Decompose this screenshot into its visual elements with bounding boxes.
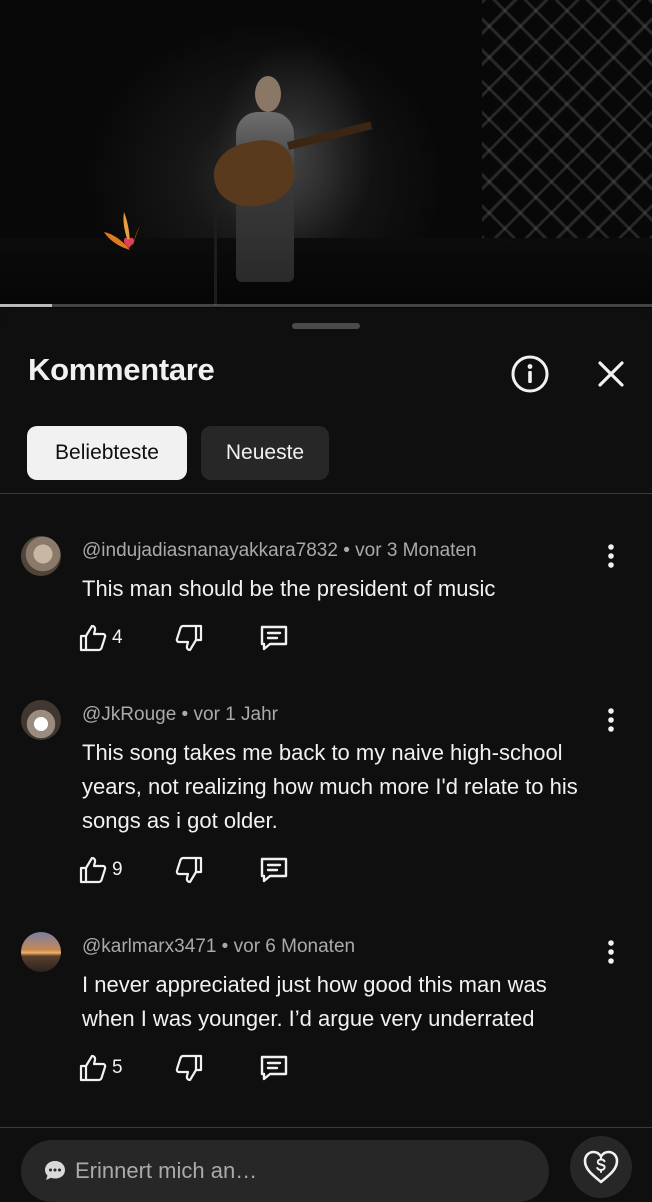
meta-separator: • (176, 704, 194, 725)
dislike-button[interactable] (174, 1048, 204, 1088)
comment-input[interactable]: Erinnert mich an… (21, 1140, 549, 1202)
thumb-down-icon (175, 624, 203, 652)
super-thanks-button[interactable] (570, 1136, 632, 1198)
reply-button[interactable] (258, 850, 290, 890)
comment-actions: 5 (78, 1048, 318, 1088)
more-vert-icon (608, 544, 614, 568)
reply-comment-icon (260, 857, 288, 883)
meta-separator: • (337, 540, 356, 561)
dislike-button[interactable] (174, 618, 204, 658)
comment-actions: 4 (78, 618, 318, 658)
meta-separator: • (216, 936, 234, 957)
comment-meta: @karlmarx3471 • vor 6 Monaten (82, 936, 355, 958)
comment-author[interactable]: @karlmarx3471 (82, 936, 216, 957)
like-count: 4 (112, 627, 123, 648)
dislike-button[interactable] (174, 850, 204, 890)
comment-more-button[interactable] (596, 700, 626, 740)
reply-comment-icon (260, 1055, 288, 1081)
thumb-down-icon (175, 856, 203, 884)
comment-more-button[interactable] (596, 536, 626, 576)
close-icon (598, 361, 624, 387)
like-count: 9 (112, 859, 123, 880)
like-button[interactable]: 4 (78, 618, 123, 658)
video-progress-fill (0, 304, 53, 307)
reply-button[interactable] (258, 618, 290, 658)
stage-truss (482, 0, 652, 270)
comment-time: vor 6 Monaten (233, 936, 356, 957)
like-button[interactable]: 5 (78, 1048, 123, 1088)
thumb-up-icon (79, 1054, 107, 1082)
sort-chip-newest[interactable]: Neueste (201, 426, 329, 480)
comment-more-button[interactable] (596, 932, 626, 972)
reply-button[interactable] (258, 1048, 290, 1088)
reply-comment-icon (260, 625, 288, 651)
more-vert-icon (608, 940, 614, 964)
avatar[interactable] (21, 932, 61, 972)
sort-chip-popular[interactable]: Beliebteste (27, 426, 187, 480)
comment-time: vor 3 Monaten (355, 540, 477, 561)
like-button[interactable]: 9 (78, 850, 123, 890)
video-progress-bar[interactable] (0, 304, 652, 307)
video-player[interactable] (0, 0, 652, 308)
stage-floor (0, 238, 652, 308)
comment-text: This man should be the president of musi… (82, 576, 496, 601)
close-button[interactable] (587, 350, 635, 398)
heart-dollar-icon (583, 1150, 619, 1184)
comment-text: This song takes me back to my naive high… (82, 740, 578, 833)
comment-author[interactable]: @indujadiasnanayakkara7832 (82, 540, 338, 561)
comment-actions: 9 (78, 850, 318, 890)
speech-bubble-emoji-icon (45, 1161, 65, 1180)
avatar[interactable] (21, 700, 61, 740)
avatar[interactable] (21, 536, 61, 576)
more-vert-icon (608, 708, 614, 732)
info-icon (511, 355, 549, 393)
comment-time: vor 1 Jahr (193, 704, 278, 725)
info-button[interactable] (506, 350, 554, 398)
thumb-down-icon (175, 1054, 203, 1082)
thumb-up-icon (79, 856, 107, 884)
drag-handle[interactable] (292, 323, 360, 329)
composer-divider (0, 1127, 652, 1128)
comment-text: I never appreciated just how good this m… (82, 972, 547, 1031)
thumb-up-icon (79, 624, 107, 652)
panel-title: Kommentare (28, 352, 215, 387)
comment-meta: @JkRouge • vor 1 Jahr (82, 704, 278, 726)
comment-author[interactable]: @JkRouge (82, 704, 176, 725)
header-divider (0, 493, 652, 494)
performer-head (255, 76, 281, 112)
festival-logo-icon (104, 212, 140, 250)
comment-input-placeholder: Erinnert mich an… (75, 1158, 258, 1183)
comment-meta: @indujadiasnanayakkara7832 • vor 3 Monat… (82, 540, 477, 562)
like-count: 5 (112, 1057, 123, 1078)
